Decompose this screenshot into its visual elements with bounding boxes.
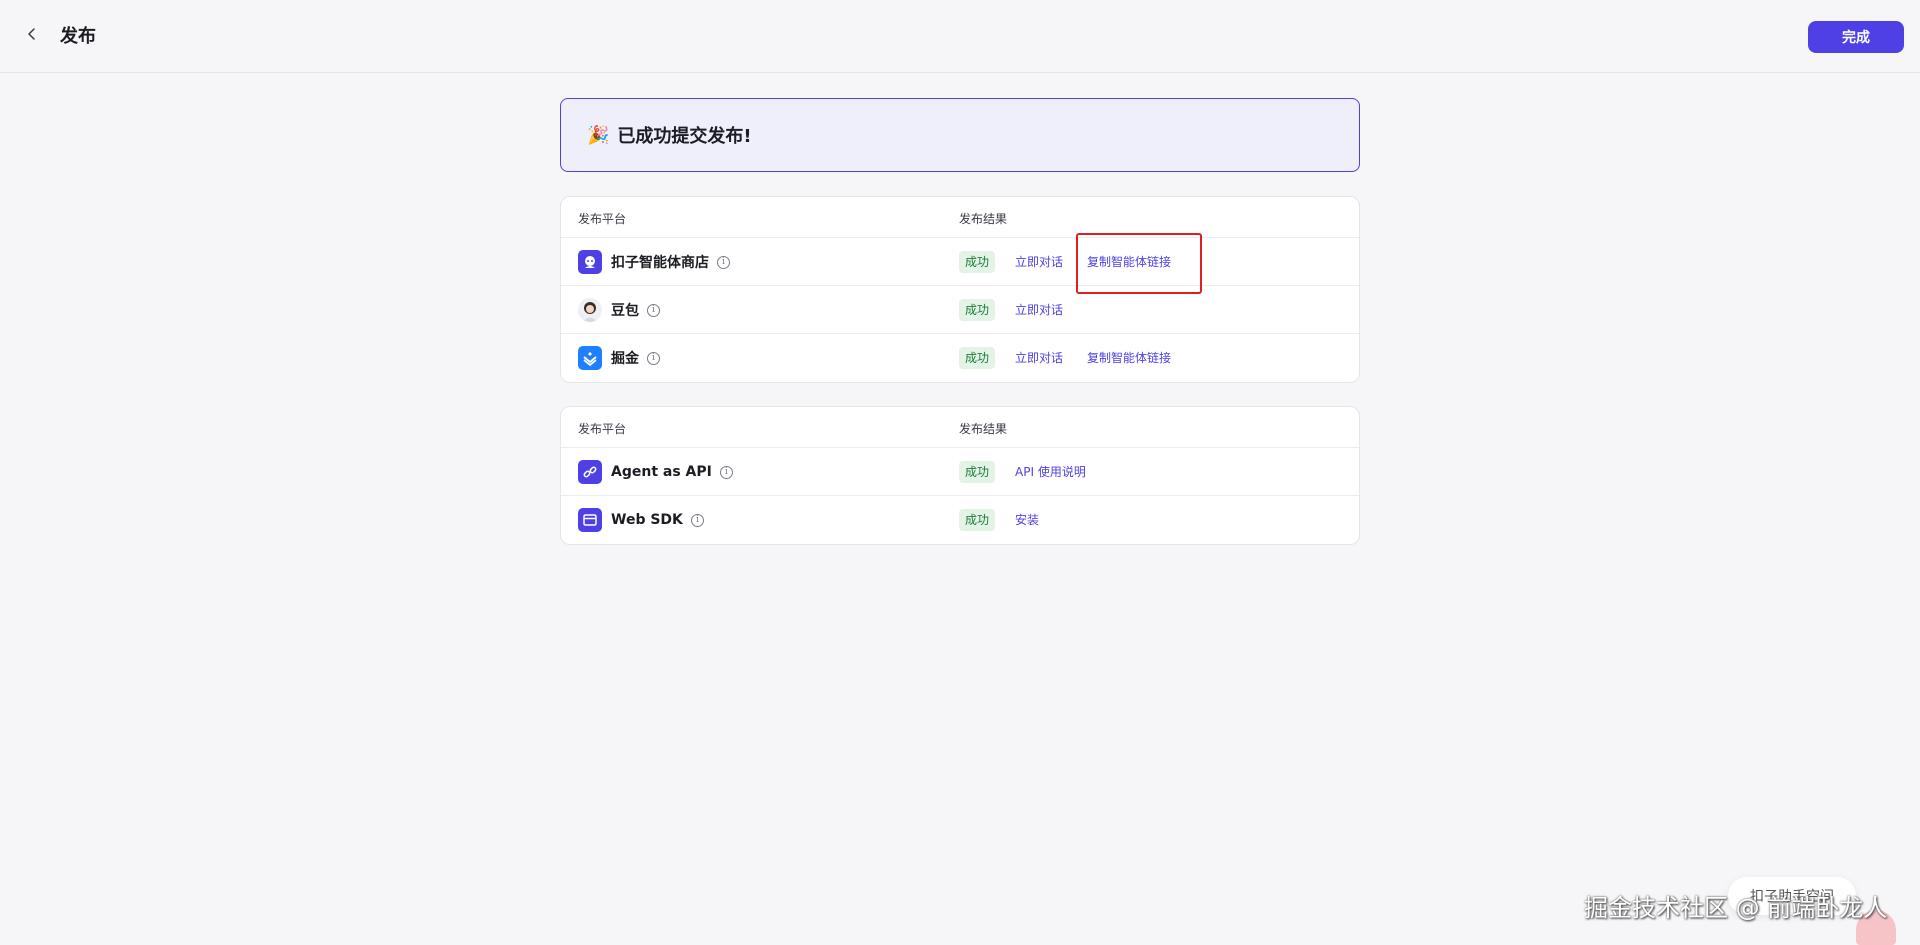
chevron-left-icon: [24, 26, 40, 46]
copy-agent-link[interactable]: 复制智能体链接: [1087, 251, 1171, 273]
top-bar: 发布 完成: [0, 0, 1920, 73]
back-button[interactable]: [20, 24, 44, 48]
column-header-platform: 发布平台: [578, 422, 627, 436]
api-docs-link[interactable]: API 使用说明: [1015, 461, 1086, 483]
table-row: 豆包 i 成功 立即对话: [561, 286, 1359, 334]
done-button[interactable]: 完成: [1808, 21, 1904, 53]
platform-name: 扣子智能体商店: [611, 255, 709, 271]
table-row: 掘金 i 成功 立即对话 复制智能体链接: [561, 334, 1359, 382]
platform-name: 豆包: [611, 303, 639, 319]
copy-agent-link[interactable]: 复制智能体链接: [1087, 347, 1171, 369]
status-badge: 成功: [959, 251, 996, 273]
install-link[interactable]: 安装: [1015, 509, 1039, 531]
success-message: 已成功提交发布!: [617, 126, 752, 147]
coze-store-icon: [578, 250, 602, 274]
success-banner: 🎉 已成功提交发布!: [560, 98, 1360, 172]
info-icon[interactable]: i: [647, 351, 660, 365]
table-row: 扣子智能体商店 i 成功 立即对话 复制智能体链接: [561, 238, 1359, 286]
status-badge: 成功: [959, 299, 996, 321]
column-header-result: 发布结果: [959, 212, 1008, 226]
table-row: Agent as API i 成功 API 使用说明: [561, 448, 1359, 496]
platform-name: Agent as API: [611, 464, 712, 480]
status-badge: 成功: [959, 347, 996, 369]
web-sdk-icon: [578, 508, 602, 532]
table-row: Web SDK i 成功 安装: [561, 496, 1359, 544]
info-icon[interactable]: i: [717, 255, 730, 269]
chat-now-link[interactable]: 立即对话: [1015, 347, 1063, 369]
juejin-icon: [578, 346, 602, 370]
platform-name: 掘金: [611, 351, 639, 367]
info-icon[interactable]: i: [690, 513, 704, 527]
api-link-icon: [578, 460, 602, 484]
api-platforms-table: 发布平台 发布结果 Agent as API i 成功 API 使用说明 Web…: [560, 406, 1360, 545]
page-title: 发布: [60, 26, 96, 47]
status-badge: 成功: [959, 509, 996, 531]
info-icon[interactable]: i: [647, 303, 660, 317]
party-popper-icon: 🎉: [587, 124, 610, 146]
chat-now-link[interactable]: 立即对话: [1015, 299, 1063, 321]
platform-name: Web SDK: [611, 512, 683, 528]
doubao-avatar-icon: [578, 298, 602, 322]
column-header-result: 发布结果: [959, 422, 1008, 436]
table-header: 发布平台 发布结果: [561, 197, 1359, 238]
column-header-platform: 发布平台: [578, 212, 627, 226]
watermark: 掘金技术社区 @ 前端卧龙人: [1584, 894, 1888, 922]
table-header: 发布平台 发布结果: [561, 407, 1359, 448]
status-badge: 成功: [959, 461, 996, 483]
store-platforms-table: 发布平台 发布结果 扣子智能体商店 i 成功 立即对话 复制智能体链接 豆包 i…: [560, 196, 1360, 383]
chat-now-link[interactable]: 立即对话: [1015, 251, 1063, 273]
info-icon[interactable]: i: [719, 465, 733, 479]
